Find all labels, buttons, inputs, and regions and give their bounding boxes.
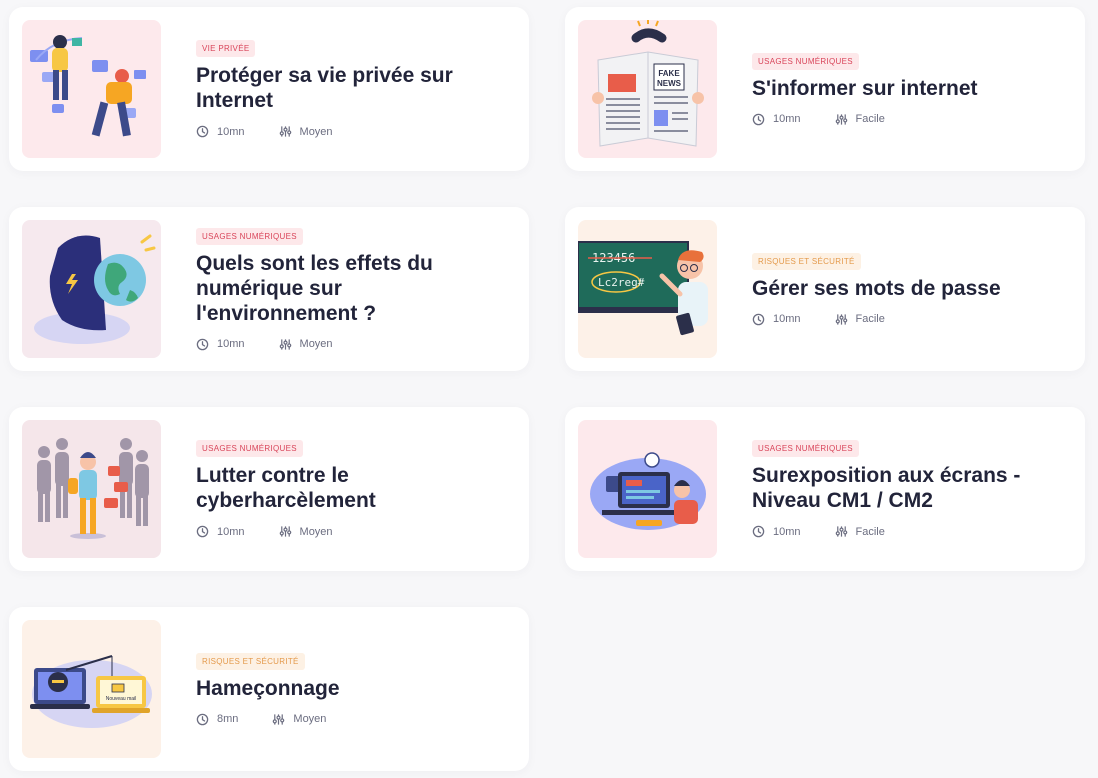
level: Facile bbox=[835, 525, 885, 538]
course-card[interactable]: 123456 Lc2reg# RISQUES ET SÉCURITÉ Gérer… bbox=[565, 207, 1085, 371]
course-content: USAGES NUMÉRIQUES S'informer sur interne… bbox=[752, 7, 1065, 171]
clock-icon bbox=[752, 113, 765, 125]
sliders-icon bbox=[279, 126, 291, 137]
svg-text:Lc2reg#: Lc2reg# bbox=[598, 276, 645, 289]
duration-label: 10mn bbox=[773, 113, 801, 125]
clock-icon bbox=[196, 338, 209, 350]
duration: 8mn bbox=[196, 713, 238, 726]
course-content: USAGES NUMÉRIQUES Quels sont les effets … bbox=[196, 207, 509, 371]
level: Moyen bbox=[272, 713, 326, 726]
duration: 10mn bbox=[752, 313, 801, 326]
course-thumbnail: 123456 Lc2reg# bbox=[578, 220, 717, 358]
sliders-icon bbox=[273, 713, 285, 725]
level-label: Facile bbox=[855, 525, 885, 538]
course-meta: 10mn Facile bbox=[752, 313, 1065, 326]
course-meta: 10mn Moyen bbox=[196, 525, 509, 538]
course-card[interactable]: VIE PRIVÉE Protéger sa vie privée sur In… bbox=[9, 7, 529, 171]
course-card[interactable]: USAGES NUMÉRIQUES Quels sont les effets … bbox=[9, 207, 529, 371]
course-title[interactable]: Quels sont les effets du numérique sur l… bbox=[196, 251, 509, 326]
sliders-icon bbox=[279, 338, 291, 350]
duration-label: 10mn bbox=[217, 525, 245, 538]
course-card[interactable]: USAGES NUMÉRIQUES Surexposition aux écra… bbox=[565, 407, 1085, 571]
password-blackboard-illustration: 123456 Lc2reg# bbox=[578, 241, 708, 336]
clock-icon bbox=[196, 125, 209, 138]
duration: 10mn bbox=[752, 525, 801, 538]
course-meta: 8mn Moyen bbox=[196, 713, 509, 726]
category-tag: USAGES NUMÉRIQUES bbox=[752, 52, 859, 70]
planet-screen-illustration bbox=[34, 234, 156, 344]
phishing-mail-label: Nouveau mail bbox=[106, 696, 137, 702]
category-tag: RISQUES ET SÉCURITÉ bbox=[752, 252, 861, 270]
course-title[interactable]: Protéger sa vie privée sur Internet bbox=[196, 63, 509, 113]
course-title[interactable]: S'informer sur internet bbox=[752, 76, 1065, 101]
duration-label: 10mn bbox=[773, 313, 801, 325]
sliders-icon bbox=[835, 113, 847, 125]
duration: 10mn bbox=[752, 113, 801, 126]
category-tag: USAGES NUMÉRIQUES bbox=[196, 227, 303, 245]
course-content: RISQUES ET SÉCURITÉ Hameçonnage 8mn Moye… bbox=[196, 607, 509, 771]
course-thumbnail: FAKE NEWS bbox=[578, 20, 717, 158]
course-title[interactable]: Hameçonnage bbox=[196, 676, 509, 701]
sliders-icon bbox=[835, 526, 847, 537]
level-label: Moyen bbox=[299, 338, 333, 350]
course-card[interactable]: USAGES NUMÉRIQUES Lutter contre le cyber… bbox=[9, 407, 529, 571]
duration: 10mn bbox=[196, 125, 245, 138]
course-content: USAGES NUMÉRIQUES Lutter contre le cyber… bbox=[196, 407, 509, 571]
category-tag: VIE PRIVÉE bbox=[196, 40, 256, 57]
course-meta: 10mn Facile bbox=[752, 113, 1065, 126]
clock-icon bbox=[196, 713, 209, 725]
level-label: Moyen bbox=[299, 125, 333, 138]
clock-icon bbox=[196, 525, 209, 538]
privacy-illustration bbox=[30, 35, 146, 137]
category-tag: USAGES NUMÉRIQUES bbox=[752, 440, 859, 457]
course-card[interactable]: FAKE NEWS USAGES NUMÉRIQUES S'informer s… bbox=[565, 7, 1085, 171]
cyberbullying-illustration bbox=[37, 438, 149, 539]
clock-icon bbox=[752, 525, 765, 538]
course-meta: 10mn Moyen bbox=[196, 125, 509, 138]
course-thumbnail bbox=[578, 420, 717, 558]
level: Moyen bbox=[279, 125, 333, 138]
duration: 10mn bbox=[196, 525, 245, 538]
category-tag: RISQUES ET SÉCURITÉ bbox=[196, 652, 305, 670]
course-title[interactable]: Surexposition aux écrans - Niveau CM1 / … bbox=[752, 463, 1065, 513]
level: Moyen bbox=[279, 338, 333, 351]
course-thumbnail bbox=[22, 220, 161, 358]
duration-label: 10mn bbox=[217, 125, 245, 138]
svg-text:NEWS: NEWS bbox=[657, 79, 682, 88]
level-label: Moyen bbox=[299, 525, 333, 538]
level-label: Facile bbox=[855, 313, 885, 325]
course-meta: 10mn Facile bbox=[752, 525, 1065, 538]
course-thumbnail: Nouveau mail bbox=[22, 620, 161, 758]
course-thumbnail bbox=[22, 20, 161, 158]
fake-news-newspaper-illustration: FAKE NEWS bbox=[592, 20, 704, 147]
level-label: Moyen bbox=[293, 713, 327, 725]
level: Facile bbox=[835, 113, 885, 126]
category-tag: USAGES NUMÉRIQUES bbox=[196, 440, 303, 457]
course-title[interactable]: Gérer ses mots de passe bbox=[752, 276, 1065, 301]
phishing-illustration: Nouveau mail bbox=[30, 655, 152, 728]
course-thumbnail bbox=[22, 420, 161, 558]
course-content: VIE PRIVÉE Protéger sa vie privée sur In… bbox=[196, 7, 509, 171]
level: Moyen bbox=[279, 525, 333, 538]
duration-label: 8mn bbox=[217, 713, 239, 725]
clock-icon bbox=[752, 313, 765, 325]
duration-label: 10mn bbox=[217, 338, 245, 350]
screen-overexposure-illustration bbox=[590, 452, 706, 530]
sliders-icon bbox=[835, 313, 847, 325]
course-content: USAGES NUMÉRIQUES Surexposition aux écra… bbox=[752, 407, 1065, 571]
duration-label: 10mn bbox=[773, 525, 801, 538]
sliders-icon bbox=[279, 526, 291, 537]
level-label: Facile bbox=[855, 113, 885, 125]
course-card[interactable]: Nouveau mail RISQUES ET SÉCURITÉ Hameçon… bbox=[9, 607, 529, 771]
svg-text:FAKE: FAKE bbox=[658, 69, 680, 78]
duration: 10mn bbox=[196, 338, 245, 351]
course-title[interactable]: Lutter contre le cyberharcèlement bbox=[196, 463, 509, 513]
course-meta: 10mn Moyen bbox=[196, 338, 509, 351]
course-content: RISQUES ET SÉCURITÉ Gérer ses mots de pa… bbox=[752, 207, 1065, 371]
level: Facile bbox=[835, 313, 885, 326]
